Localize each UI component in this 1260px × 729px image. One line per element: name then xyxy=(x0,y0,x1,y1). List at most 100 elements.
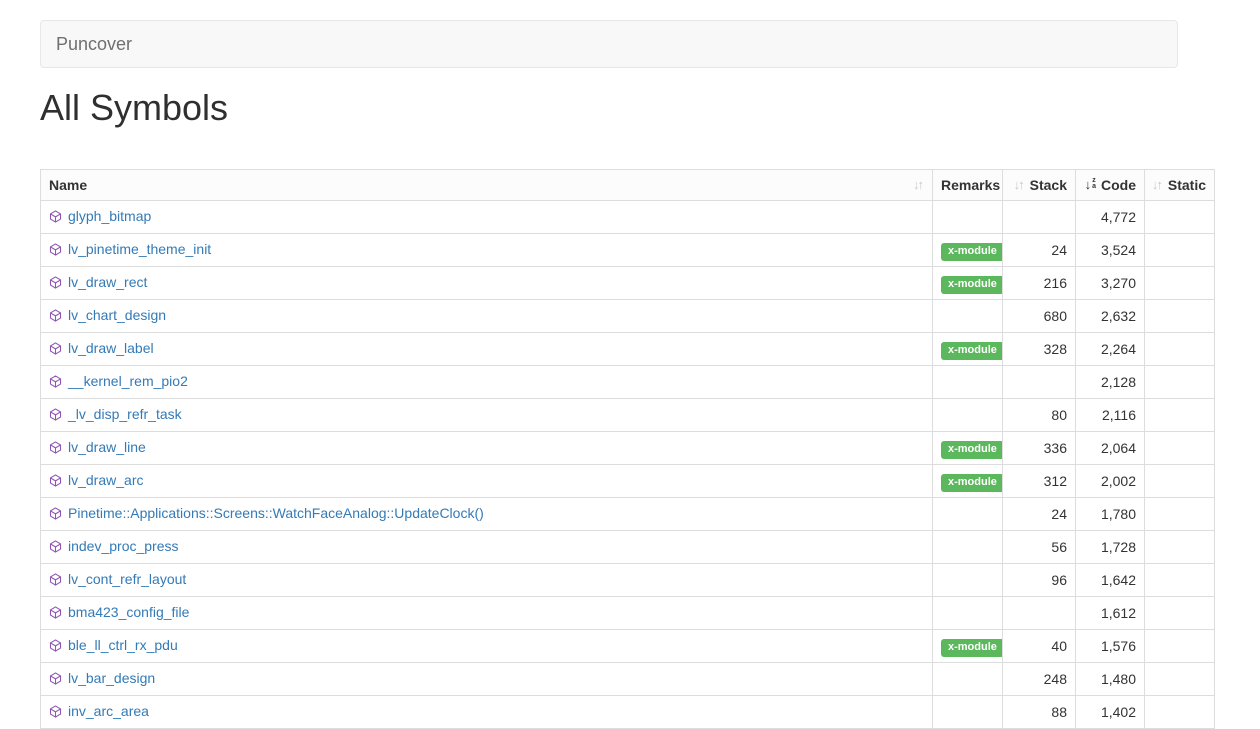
static-cell xyxy=(1145,696,1215,729)
symbol-link[interactable]: Pinetime::Applications::Screens::WatchFa… xyxy=(68,505,484,521)
name-cell: Pinetime::Applications::Screens::WatchFa… xyxy=(41,498,933,531)
code-cell: 2,264 xyxy=(1076,333,1145,366)
column-label-name: Name xyxy=(49,175,87,195)
cube-icon xyxy=(49,439,62,459)
table-row: lv_chart_design 680 2,632 xyxy=(41,300,1215,333)
cube-icon xyxy=(49,340,62,360)
column-header-code[interactable]: ↓ z a Code xyxy=(1076,170,1145,201)
stack-cell xyxy=(1003,366,1076,399)
table-row: lv_pinetime_theme_init x-module 24 3,524 xyxy=(41,234,1215,267)
name-cell: lv_bar_design xyxy=(41,663,933,696)
remarks-cell xyxy=(933,663,1003,696)
code-cell: 1,612 xyxy=(1076,597,1145,630)
remarks-cell xyxy=(933,696,1003,729)
code-cell: 4,772 xyxy=(1076,201,1145,234)
column-label-code: Code xyxy=(1101,175,1136,195)
column-header-remarks[interactable]: Remarks xyxy=(933,170,1003,201)
table-row: lv_bar_design 248 1,480 xyxy=(41,663,1215,696)
code-cell: 2,632 xyxy=(1076,300,1145,333)
symbol-link[interactable]: lv_pinetime_theme_init xyxy=(68,241,211,257)
column-header-name[interactable]: Name ↓↑ xyxy=(41,170,933,201)
name-cell: ble_ll_ctrl_rx_pdu xyxy=(41,630,933,663)
symbol-link[interactable]: _lv_disp_refr_task xyxy=(68,406,182,422)
cube-icon xyxy=(49,373,62,393)
stack-cell: 24 xyxy=(1003,498,1076,531)
cube-icon xyxy=(49,208,62,228)
navbar-brand[interactable]: Puncover xyxy=(41,20,147,68)
symbol-link[interactable]: ble_ll_ctrl_rx_pdu xyxy=(68,637,178,653)
sort-icon-stack[interactable]: ↓↑ xyxy=(1014,175,1025,195)
column-label-static: Static xyxy=(1168,175,1206,195)
column-header-static[interactable]: ↓↑ Static xyxy=(1145,170,1215,201)
symbol-link[interactable]: lv_draw_arc xyxy=(68,472,143,488)
sort-icon-static[interactable]: ↓↑ xyxy=(1152,175,1163,195)
name-cell: lv_pinetime_theme_init xyxy=(41,234,933,267)
static-cell xyxy=(1145,564,1215,597)
symbol-link[interactable]: glyph_bitmap xyxy=(68,208,151,224)
remarks-cell xyxy=(933,201,1003,234)
cube-icon xyxy=(49,307,62,327)
cube-icon xyxy=(49,670,62,690)
table-row: lv_draw_line x-module 336 2,064 xyxy=(41,432,1215,465)
static-cell xyxy=(1145,201,1215,234)
remarks-cell xyxy=(933,564,1003,597)
remarks-cell xyxy=(933,366,1003,399)
name-cell: inv_arc_area xyxy=(41,696,933,729)
page-title: All Symbols xyxy=(40,88,1220,128)
stack-cell xyxy=(1003,201,1076,234)
column-header-stack[interactable]: ↓↑ Stack xyxy=(1003,170,1076,201)
table-body: glyph_bitmap 4,772 lv_pinetime_theme_ini… xyxy=(41,201,1215,729)
remarks-cell xyxy=(933,498,1003,531)
remarks-cell: x-module xyxy=(933,333,1003,366)
symbol-link[interactable]: lv_draw_rect xyxy=(68,274,147,290)
static-cell xyxy=(1145,333,1215,366)
code-cell: 1,480 xyxy=(1076,663,1145,696)
stack-cell xyxy=(1003,597,1076,630)
symbol-link[interactable]: indev_proc_press xyxy=(68,538,179,554)
x-module-badge: x-module xyxy=(941,342,1003,360)
sort-desc-icon-code[interactable]: ↓ z a xyxy=(1085,175,1096,195)
remarks-cell xyxy=(933,597,1003,630)
column-label-stack: Stack xyxy=(1030,175,1067,195)
static-cell xyxy=(1145,465,1215,498)
table-row: lv_cont_refr_layout 96 1,642 xyxy=(41,564,1215,597)
table-row: lv_draw_label x-module 328 2,264 xyxy=(41,333,1215,366)
page: { "navbar": { "brand": "Puncover" }, "pa… xyxy=(0,20,1260,714)
symbol-link[interactable]: inv_arc_area xyxy=(68,703,149,719)
static-cell xyxy=(1145,630,1215,663)
name-cell: lv_draw_label xyxy=(41,333,933,366)
code-cell: 2,002 xyxy=(1076,465,1145,498)
symbol-link[interactable]: bma423_config_file xyxy=(68,604,189,620)
symbol-link[interactable]: __kernel_rem_pio2 xyxy=(68,373,188,389)
symbol-link[interactable]: lv_draw_line xyxy=(68,439,146,455)
static-cell xyxy=(1145,597,1215,630)
static-cell xyxy=(1145,531,1215,564)
name-cell: __kernel_rem_pio2 xyxy=(41,366,933,399)
table-row: ble_ll_ctrl_rx_pdu x-module 40 1,576 xyxy=(41,630,1215,663)
remarks-cell: x-module xyxy=(933,432,1003,465)
stack-cell: 88 xyxy=(1003,696,1076,729)
name-cell: indev_proc_press xyxy=(41,531,933,564)
remarks-cell: x-module xyxy=(933,267,1003,300)
symbol-link[interactable]: lv_cont_refr_layout xyxy=(68,571,186,587)
table-row: indev_proc_press 56 1,728 xyxy=(41,531,1215,564)
x-module-badge: x-module xyxy=(941,639,1003,657)
symbol-link[interactable]: lv_chart_design xyxy=(68,307,166,323)
sort-icon-name[interactable]: ↓↑ xyxy=(913,175,924,195)
table-header-row: Name ↓↑ Remarks ↓↑ Stack ↓ z xyxy=(41,170,1215,201)
cube-icon xyxy=(49,274,62,294)
column-label-remarks: Remarks xyxy=(941,177,1000,193)
table-row: glyph_bitmap 4,772 xyxy=(41,201,1215,234)
code-cell: 2,128 xyxy=(1076,366,1145,399)
remarks-cell xyxy=(933,531,1003,564)
remarks-cell: x-module xyxy=(933,234,1003,267)
stack-cell: 328 xyxy=(1003,333,1076,366)
stack-cell: 312 xyxy=(1003,465,1076,498)
symbol-link[interactable]: lv_draw_label xyxy=(68,340,154,356)
symbol-link[interactable]: lv_bar_design xyxy=(68,670,155,686)
cube-icon xyxy=(49,406,62,426)
code-cell: 3,524 xyxy=(1076,234,1145,267)
cube-icon xyxy=(49,571,62,591)
table-header: Name ↓↑ Remarks ↓↑ Stack ↓ z xyxy=(41,170,1215,201)
cube-icon xyxy=(49,637,62,657)
